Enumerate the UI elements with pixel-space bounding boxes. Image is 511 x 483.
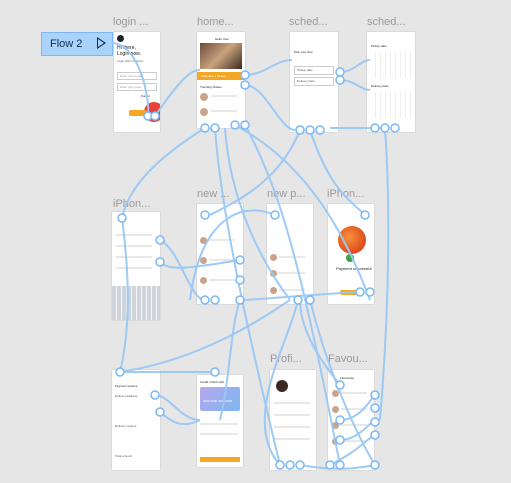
logo-icon (117, 35, 124, 42)
success-illustration (338, 226, 366, 254)
email-field[interactable]: Enter your email (117, 72, 157, 80)
list-item (116, 267, 152, 269)
flow-label: Flow 2 (50, 38, 83, 50)
profile-field[interactable] (274, 438, 310, 440)
list-item (341, 408, 367, 410)
delivery-calendar[interactable] (371, 92, 411, 118)
avatar (332, 406, 339, 413)
prototype-connections (110, 42, 400, 470)
list-item (211, 110, 237, 112)
frame-schedule-2[interactable]: Pickup date Delivery date (367, 32, 415, 132)
list-item (211, 95, 237, 97)
profile-field[interactable] (274, 414, 310, 416)
total-amount-label: Total amount (115, 454, 133, 458)
frame-card[interactable]: Credit / Debit card 0000 0000 0000 0000 (197, 375, 243, 467)
avatar (270, 270, 277, 277)
card-field[interactable] (200, 423, 238, 425)
play-icon (97, 37, 106, 49)
schedule-pickup-button[interactable]: Schedule a Pickup (197, 72, 245, 80)
frame-new-2[interactable] (267, 204, 313, 304)
delivery-date-option[interactable]: Delivery date (294, 77, 334, 86)
favourites-heading: Favourites (340, 376, 355, 380)
frame-title-schedule-1: sched... (289, 16, 328, 28)
check-icon (346, 254, 354, 262)
login-button[interactable] (129, 110, 147, 116)
frame-iphone-keyboard[interactable] (112, 212, 160, 320)
pay-button[interactable] (200, 457, 240, 462)
profile-field[interactable] (274, 402, 310, 404)
pickup-calendar-heading: Pickup date (371, 44, 387, 48)
frame-title-new-2: new p... (267, 188, 306, 200)
avatar (200, 277, 207, 284)
frame-new-1[interactable] (197, 204, 243, 304)
list-item (341, 440, 367, 442)
login-description: Login with Coolcorn (117, 59, 144, 63)
payment-heading: Payment options (115, 384, 138, 388)
list-item (116, 245, 152, 247)
frame-title-favourites: Favou... (328, 353, 368, 365)
credit-card: 0000 0000 0000 0000 (200, 387, 240, 411)
frame-title-iphone: iPhon... (113, 198, 151, 210)
home-greeting: Hello User (215, 37, 230, 41)
frame-schedule-1[interactable]: Pick your time Pickup date Delivery date (290, 32, 338, 132)
hero-image (200, 43, 242, 69)
avatar (200, 93, 208, 101)
frame-payment-success[interactable]: Payment successful (328, 204, 374, 304)
avatar (200, 257, 207, 264)
frame-favourites[interactable]: Favourites (328, 370, 374, 470)
delivery-options-label: Delivery options (115, 424, 137, 428)
avatar (200, 237, 207, 244)
pickup-calendar[interactable] (371, 52, 411, 78)
profile-field[interactable] (274, 426, 310, 428)
password-field[interactable]: Enter your pass (117, 83, 157, 91)
avatar (332, 438, 339, 445)
card-field[interactable] (200, 433, 238, 435)
avatar (332, 422, 339, 429)
list-item (116, 256, 152, 258)
forgot-link[interactable]: Forgot (141, 94, 150, 98)
list-item (209, 239, 235, 241)
profile-avatar (276, 380, 288, 392)
frame-title-home: home... (197, 16, 234, 28)
delivery-calendar-heading: Delivery date (371, 84, 389, 88)
frame-payment-options[interactable]: Payment options Delivery address Deliver… (112, 370, 160, 470)
list-item (279, 272, 305, 274)
delivery-address-label: Delivery address (115, 394, 138, 398)
avatar (270, 254, 277, 261)
keyboard[interactable] (112, 286, 160, 320)
frame-title-iphone-2: iPhon... (327, 188, 365, 200)
list-item (209, 279, 235, 281)
schedule-heading: Pick your time (294, 50, 313, 54)
frame-title-new-1: new ... (197, 188, 230, 200)
list-item (341, 424, 367, 426)
avatar (332, 390, 339, 397)
frame-title-login: login ... (113, 16, 149, 28)
avatar (200, 108, 208, 116)
trending-heading: Trending Videos (200, 85, 222, 89)
continue-button[interactable] (340, 290, 362, 295)
frame-home[interactable]: Hello User Schedule a Pickup Trending Vi… (197, 32, 245, 128)
flow-start-badge[interactable]: Flow 2 (41, 32, 113, 56)
list-item (209, 259, 235, 261)
frame-title-profile: Profi... (270, 353, 302, 365)
list-item (279, 289, 305, 291)
list-item (279, 256, 305, 258)
login-subtitle: Login now. (117, 51, 141, 57)
card-heading: Credit / Debit card (200, 380, 225, 384)
pickup-date-option[interactable]: Pickup date (294, 66, 334, 75)
frame-login[interactable]: Hi there, Login now. Login with Coolcorn… (114, 32, 160, 132)
avatar (270, 287, 277, 294)
frame-title-schedule-2: sched... (367, 16, 406, 28)
success-message: Payment successful (336, 266, 372, 271)
frame-profile[interactable] (270, 370, 316, 470)
list-item (116, 234, 152, 236)
list-item (341, 392, 367, 394)
